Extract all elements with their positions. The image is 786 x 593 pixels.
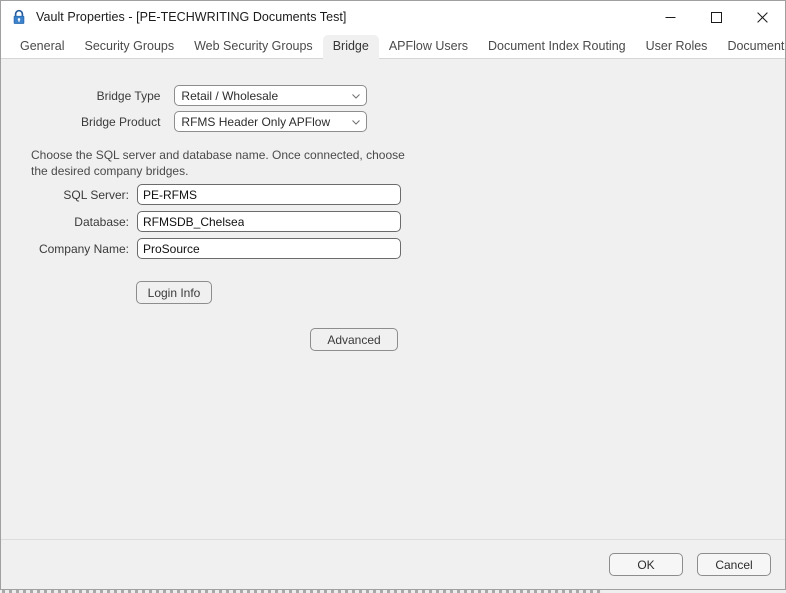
chevron-down-icon [352,119,360,125]
bridge-product-combobox[interactable]: RFMS Header Only APFlow [174,111,367,132]
close-icon [756,11,768,23]
help-text: Choose the SQL server and database name.… [31,148,405,178]
bridge-type-combobox[interactable]: Retail / Wholesale [174,85,367,106]
company-name-value: ProSource [143,241,200,256]
dialog-footer: OK Cancel [1,539,785,589]
sql-server-value: PE-RFMS [143,187,197,202]
window-controls [647,1,785,33]
maximize-icon [710,11,722,23]
database-input[interactable]: RFMSDB_Chelsea [137,211,401,232]
tab-document-index-routing[interactable]: Document Index Routing [478,35,636,59]
tab-document-publishing[interactable]: Document Publishing [717,35,786,59]
database-row: Database: RFMSDB_Chelsea [25,211,401,232]
close-button[interactable] [739,1,785,33]
tab-apflow-users[interactable]: APFlow Users [379,35,478,59]
bridge-type-label: Bridge Type [96,88,161,103]
title-bar: Vault Properties - [PE-TECHWRITING Docum… [1,1,785,33]
tab-user-roles[interactable]: User Roles [636,35,718,59]
tab-strip: General Security Groups Web Security Gro… [1,33,786,59]
lock-icon [13,9,25,24]
minimize-icon [665,16,675,18]
sql-server-label: SQL Server: [63,187,129,202]
bridge-type-row: Bridge Type Retail / Wholesale [25,85,367,106]
tab-bridge[interactable]: Bridge [322,35,379,59]
login-info-button[interactable]: Login Info [136,281,212,304]
advanced-button[interactable]: Advanced [310,328,398,351]
bridge-product-row: Bridge Product RFMS Header Only APFlow [25,111,367,132]
sql-server-row: SQL Server: PE-RFMS [25,184,401,205]
sql-server-input[interactable]: PE-RFMS [137,184,401,205]
database-value: RFMSDB_Chelsea [143,214,245,229]
tab-security-groups[interactable]: Security Groups [74,35,184,59]
cancel-button[interactable]: Cancel [697,553,771,576]
tab-general[interactable]: General [10,35,74,59]
company-name-label: Company Name: [38,241,129,256]
bridge-tab-panel: Bridge Type Retail / Wholesale Bridge Pr… [1,59,785,539]
database-label: Database: [74,214,129,229]
maximize-button[interactable] [693,1,739,33]
ok-button[interactable]: OK [609,553,683,576]
company-name-input[interactable]: ProSource [137,238,401,259]
tab-web-security-groups[interactable]: Web Security Groups [184,35,323,59]
window-title: Vault Properties - [PE-TECHWRITING Docum… [36,10,347,24]
chevron-down-icon [352,93,360,99]
company-name-row: Company Name: ProSource [25,238,401,259]
bridge-type-value: Retail / Wholesale [181,88,279,103]
bridge-product-label: Bridge Product [81,114,161,129]
bridge-product-value: RFMS Header Only APFlow [181,114,331,129]
minimize-button[interactable] [647,1,693,33]
vault-properties-window: Vault Properties - [PE-TECHWRITING Docum… [0,0,786,590]
